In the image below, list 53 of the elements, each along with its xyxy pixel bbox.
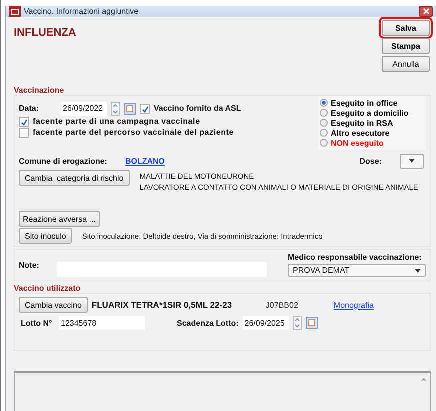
checkbox[interactable] — [19, 128, 29, 138]
radio-button[interactable] — [320, 139, 328, 147]
checkbox-label: Vaccino fornito da ASL — [154, 104, 242, 113]
municipality-link[interactable]: BOLZANO — [125, 156, 166, 166]
expiry-date-field[interactable]: 26/09/2025 — [242, 316, 289, 330]
date-field[interactable]: 26/09/2022 — [61, 102, 107, 116]
checkbox-label: facente parte di una campagna vaccinale — [33, 117, 200, 126]
vaccine-heading: INFLUENZA — [14, 27, 76, 41]
spinner-icon[interactable] — [292, 316, 302, 330]
close-icon — [422, 8, 430, 15]
calendar-icon[interactable] — [306, 317, 318, 329]
spinner-icon[interactable] — [111, 102, 120, 116]
action-button[interactable]: Salva — [382, 20, 430, 36]
dose-dropdown[interactable] — [400, 154, 424, 168]
calendar-icon[interactable] — [124, 102, 136, 114]
radio-label: NON eseguito — [331, 138, 384, 148]
radio-label: Altro esecutore — [331, 128, 390, 138]
checkbox[interactable] — [140, 104, 150, 114]
dropdown-arrow-icon — [415, 268, 421, 272]
action-button[interactable]: Stampa — [382, 38, 430, 54]
radio-label: Eseguito in RSA — [331, 118, 394, 128]
window-title: Vaccino. Informazioni aggiuntive — [24, 7, 140, 16]
lot-field[interactable]: 12345678 — [59, 316, 145, 330]
note-label: Note: — [19, 260, 40, 270]
municipality-label: Comune di erogazione: — [19, 156, 108, 166]
dropdown-arrow-icon — [409, 159, 415, 163]
section-title: Vaccinazione — [14, 86, 66, 95]
radio-label: Eseguito a domicilio — [331, 108, 409, 118]
app-icon — [9, 6, 21, 17]
vaccine-name: FLUARIX TETRA*1SIR 0,5ML 22-23 — [92, 300, 234, 310]
doctor-dropdown[interactable]: PROVA DEMAT — [288, 264, 426, 277]
radio-button[interactable] — [320, 109, 328, 117]
monograph-link[interactable]: Monografia — [334, 300, 374, 310]
doctor-label: Medico responsabile vaccinazione: — [288, 253, 423, 262]
lot-label: Lotto N° — [20, 318, 54, 328]
checkbox[interactable] — [19, 116, 29, 126]
atc-code: J07BB02 — [266, 300, 300, 310]
radio-label: Eseguito in office — [331, 98, 398, 108]
radio-button[interactable] — [320, 99, 328, 107]
close-button[interactable] — [419, 6, 433, 17]
checkbox-label: facente parte del percorso vaccinale del paziente — [33, 128, 234, 137]
section-title: Vaccino utilizzato — [14, 284, 82, 293]
action-button[interactable]: Annulla — [382, 56, 430, 72]
radio-button[interactable] — [320, 119, 328, 127]
injection-site-button[interactable]: Sito inoculo — [19, 228, 72, 244]
dose-label: Dose: — [360, 156, 382, 166]
radio-button[interactable] — [320, 129, 328, 137]
expiry-label: Scadenza Lotto: — [177, 318, 239, 328]
risk-category-button[interactable]: Cambia categoria di rischio — [19, 170, 130, 186]
text-area[interactable] — [14, 371, 431, 411]
date-label: Data: — [19, 104, 40, 113]
adverse-reaction-button[interactable]: Reazione avversa ... — [19, 211, 100, 227]
change-vaccine-button[interactable]: Cambia vaccino — [19, 297, 88, 313]
